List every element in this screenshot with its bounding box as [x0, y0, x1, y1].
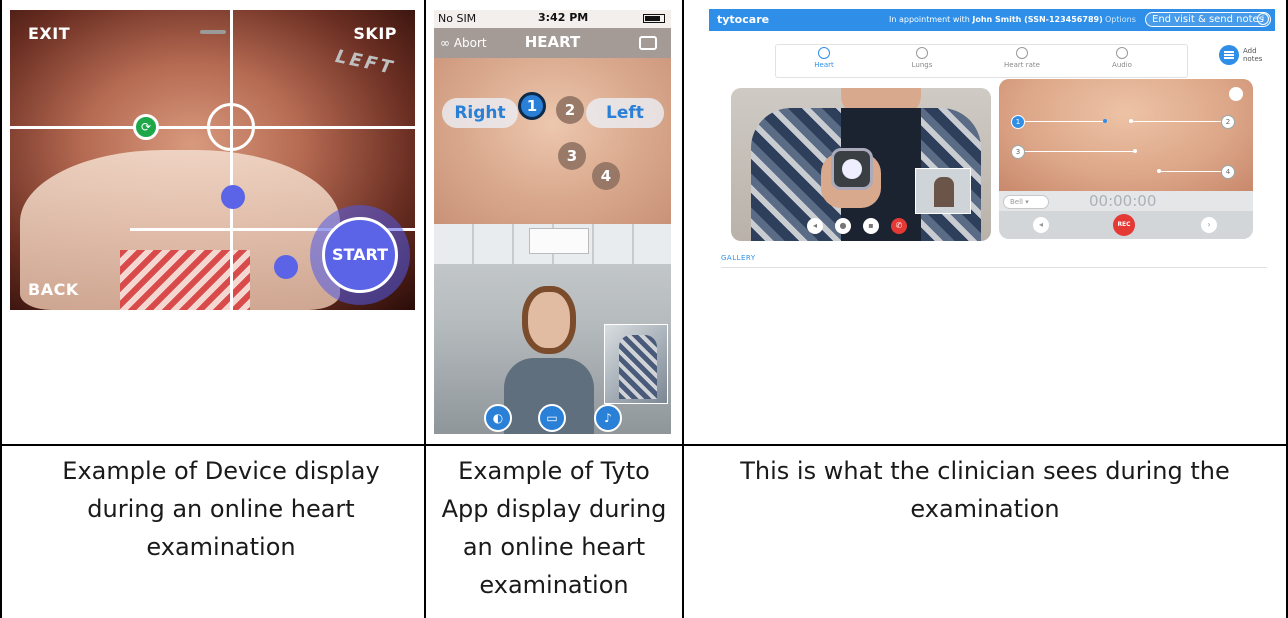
tyto-app-caption: Example of Tyto App display during an on… — [441, 457, 667, 599]
point-marker — [221, 185, 245, 209]
heart-rate-icon — [1016, 47, 1028, 59]
app-header: ∞ Abort HEART — [434, 28, 671, 58]
speaker-icon[interactable]: ◂ — [807, 218, 823, 234]
exam-point-3[interactable]: 3 — [558, 142, 586, 170]
point-anchor — [1133, 149, 1137, 153]
point-line — [1159, 171, 1221, 172]
point-anchor — [1129, 119, 1133, 123]
right-side-button[interactable]: Right — [442, 98, 518, 128]
clock: 3:42 PM — [538, 11, 589, 24]
left-side-button[interactable]: Left — [586, 98, 664, 128]
table-divider-2 — [682, 0, 684, 618]
clinician-video: ◐ ▭ ♪ — [434, 224, 671, 434]
clinician-view-screenshot: tytocare In appointment with John Smith … — [709, 9, 1275, 271]
switch-camera-icon[interactable] — [639, 36, 657, 50]
audio-icon — [1116, 47, 1128, 59]
next-icon[interactable]: › — [1201, 217, 1217, 233]
body-point-4[interactable]: 4 — [1221, 165, 1235, 179]
clinician-self-view — [915, 168, 971, 214]
torso-image: 1 2 3 4 — [999, 79, 1253, 191]
tab-heart[interactable]: Heart — [784, 47, 864, 69]
exam-point-2[interactable]: 2 — [556, 96, 584, 124]
skip-button[interactable]: SKIP — [353, 24, 397, 43]
appointment-info: In appointment with John Smith (SSN-1234… — [889, 15, 1103, 24]
options-menu[interactable]: Options — [1105, 15, 1136, 24]
crosshair-vertical — [230, 10, 233, 310]
microphone-icon[interactable]: ♪ — [594, 404, 622, 432]
record-button[interactable]: REC — [1113, 214, 1135, 236]
table-border-left — [0, 0, 2, 618]
info-icon[interactable]: i — [1257, 13, 1269, 25]
recording-timer: 00:00:00 — [1089, 192, 1157, 210]
self-view-pip — [604, 324, 668, 404]
body-point-2[interactable]: 2 — [1221, 115, 1235, 129]
audio-controls: ◂ REC › — [999, 211, 1253, 239]
gallery-divider — [721, 267, 1267, 268]
body-point-3[interactable]: 3 — [1011, 145, 1025, 159]
device-display-screenshot: ⟳ EXIT SKIP LEFT BACK START — [10, 10, 415, 310]
tyto-device — [831, 148, 873, 190]
tytocare-logo: tytocare — [717, 13, 770, 26]
patient-name: John Smith (SSN-123456789) — [972, 15, 1103, 24]
battery-icon — [643, 14, 665, 23]
start-button[interactable]: START — [322, 217, 398, 293]
patient-video: ◂ ● ▪ ✆ — [731, 88, 991, 241]
camera-icon[interactable]: ▪ — [863, 218, 879, 234]
video-camera-icon[interactable]: ▭ — [538, 404, 566, 432]
point-anchor — [1157, 169, 1161, 173]
minimize-bar — [200, 30, 226, 34]
exam-point-4[interactable]: 4 — [592, 162, 620, 190]
point-anchor — [1103, 119, 1107, 123]
point-line — [1131, 121, 1221, 122]
device-display-caption: Example of Device display during an onli… — [62, 457, 380, 561]
filter-value: Bell — [1010, 198, 1023, 206]
target-center-dot — [229, 125, 234, 130]
tab-heart-rate[interactable]: Heart rate — [982, 47, 1062, 69]
add-notes-button[interactable] — [1219, 45, 1239, 65]
stethoscope-icon[interactable]: ◐ — [484, 404, 512, 432]
ceiling-light — [529, 228, 589, 254]
side-indicator: LEFT — [333, 45, 397, 80]
tyto-app-screenshot: No SIM 3:42 PM Right Left 1 2 3 4 ∞ Abor… — [434, 10, 671, 434]
body-point-1[interactable]: 1 — [1011, 115, 1025, 129]
filter-select[interactable]: Bell ▾ — [1003, 195, 1049, 209]
heart-icon — [818, 47, 830, 59]
end-visit-button[interactable]: End visit & send notes — [1145, 12, 1271, 27]
hang-up-icon[interactable]: ✆ — [891, 218, 907, 234]
chest-image: Right Left 1 2 3 4 — [434, 58, 671, 224]
point-line — [1023, 121, 1103, 122]
position-ok-icon: ⟳ — [133, 114, 159, 140]
expand-icon[interactable] — [1229, 87, 1243, 101]
exit-button[interactable]: EXIT — [28, 24, 70, 43]
add-notes-label: Add notes — [1243, 47, 1263, 63]
tab-audio[interactable]: Audio — [1082, 47, 1162, 69]
point-line — [1023, 151, 1133, 152]
status-bar: No SIM 3:42 PM — [434, 10, 671, 28]
exam-title: HEART — [524, 33, 581, 51]
table-divider-1 — [424, 0, 426, 618]
clinician-head — [522, 286, 576, 354]
point-marker — [274, 255, 298, 279]
lungs-icon — [916, 47, 928, 59]
appointment-prefix: In appointment with — [889, 15, 973, 24]
exam-point-1[interactable]: 1 — [518, 92, 546, 120]
table-row-divider — [0, 444, 1288, 446]
tab-lungs[interactable]: Lungs — [882, 47, 962, 69]
clinician-view-caption: This is what the clinician sees during t… — [740, 457, 1230, 523]
carrier-label: No SIM — [438, 12, 477, 25]
body-map-panel: 1 2 3 4 Bell ▾ 00:00:00 ◂ REC › — [999, 79, 1253, 239]
mute-icon[interactable]: ● — [835, 218, 851, 234]
top-bar: tytocare In appointment with John Smith … — [709, 9, 1275, 31]
back-button[interactable]: BACK — [28, 280, 79, 299]
volume-icon[interactable]: ◂ — [1033, 217, 1049, 233]
exam-tabs: Heart Lungs Heart rate Audio — [775, 44, 1188, 78]
gallery-label[interactable]: GALLERY — [721, 254, 756, 262]
